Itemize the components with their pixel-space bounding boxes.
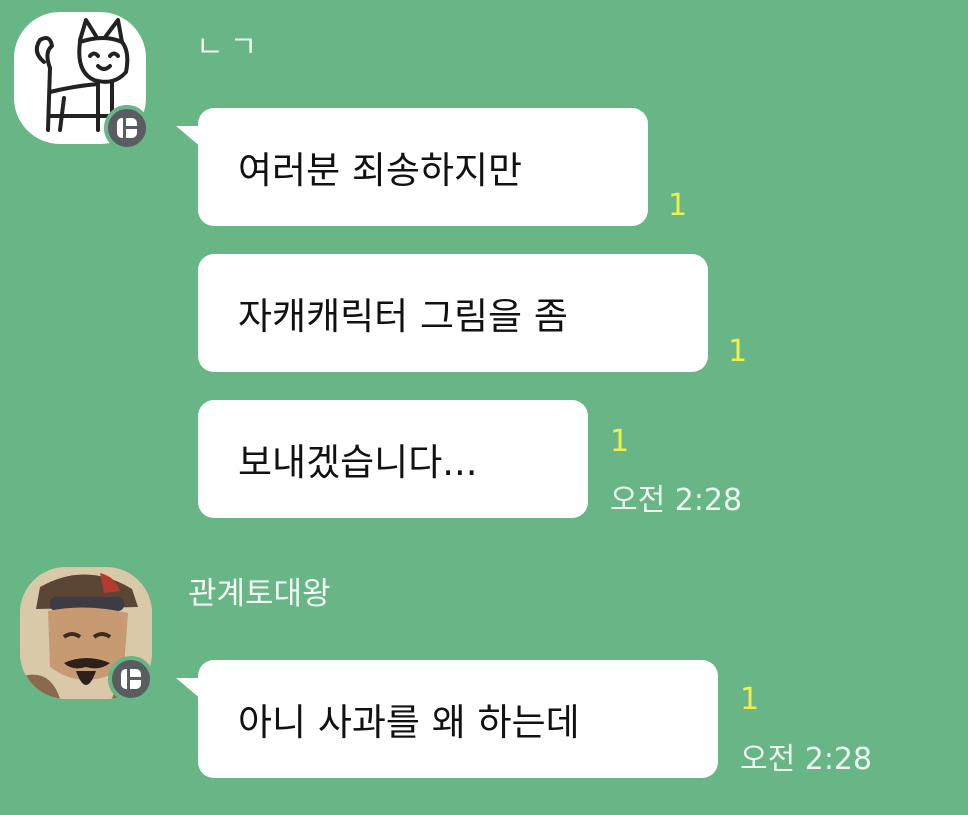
sender-name: ㄴㄱ <box>196 30 264 65</box>
talk-channel-badge <box>108 656 154 702</box>
unread-count: 1 <box>740 682 760 717</box>
timestamp: 오전 2:28 <box>740 742 873 777</box>
unread-count: 1 <box>728 334 748 369</box>
message-text: 보내겠습니다... <box>238 441 478 484</box>
message-text: 여러분 죄송하지만 <box>238 149 523 192</box>
message-text: 자캐캐릭터 그림을 좀 <box>238 295 568 338</box>
unread-count: 1 <box>668 188 688 223</box>
message-bubble[interactable]: 보내겠습니다... <box>198 400 588 518</box>
sender-name: 관계토대왕 <box>188 576 331 612</box>
message-text: 아니 사과를 왜 하는데 <box>238 701 580 744</box>
channel-icon <box>121 669 141 689</box>
channel-icon <box>117 118 137 138</box>
message-bubble[interactable]: 여러분 죄송하지만 <box>198 108 648 226</box>
unread-count: 1 <box>610 424 630 459</box>
timestamp: 오전 2:28 <box>610 483 743 518</box>
talk-channel-badge <box>104 105 150 151</box>
message-bubble[interactable]: 자캐캐릭터 그림을 좀 <box>198 254 708 372</box>
message-bubble[interactable]: 아니 사과를 왜 하는데 <box>198 660 718 778</box>
